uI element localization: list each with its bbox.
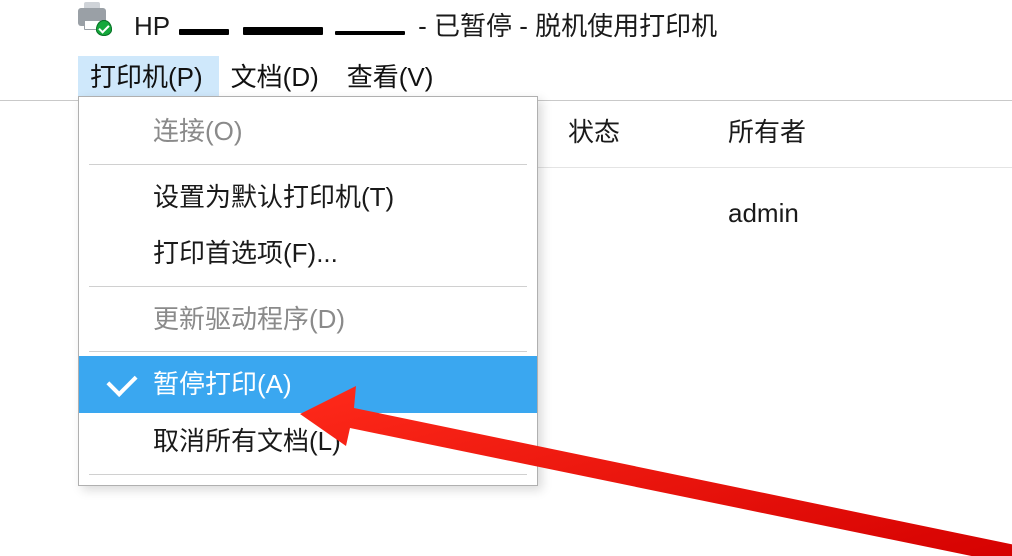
check-icon [106, 366, 137, 397]
menu-item-update-driver[interactable]: 更新驱动程序(D) [79, 291, 537, 348]
menu-view[interactable]: 查看(V) [335, 56, 450, 100]
menu-item-connect[interactable]: 连接(O) [79, 103, 537, 160]
menu-separator [89, 164, 527, 165]
table-row[interactable]: admin [538, 168, 1012, 229]
column-header-owner[interactable]: 所有者 [718, 112, 806, 149]
menubar: 打印机(P) 文档(D) 查看(V) [0, 56, 1012, 101]
column-header-status[interactable]: 状态 [538, 112, 718, 149]
menu-item-cancel-all[interactable]: 取消所有文档(L) [79, 413, 537, 470]
printer-name-redacted [179, 11, 405, 42]
printer-status-icon [78, 6, 122, 32]
menu-separator [89, 351, 527, 352]
printer-name-prefix: HP [134, 11, 170, 41]
window-titlebar: HP - 已暂停 - 脱机使用打印机 [0, 0, 1012, 56]
menu-item-set-default[interactable]: 设置为默认打印机(T) [79, 169, 537, 226]
print-queue: 状态 所有者 admin [538, 96, 1012, 229]
cell-owner: admin [718, 198, 799, 229]
cell-status [538, 198, 718, 229]
menu-separator [89, 286, 527, 287]
menu-item-label: 暂停打印(A) [153, 369, 292, 399]
printer-title-status: - 已暂停 - 脱机使用打印机 [418, 11, 717, 41]
menu-document[interactable]: 文档(D) [219, 56, 335, 100]
window-title: HP - 已暂停 - 脱机使用打印机 [134, 6, 717, 46]
menu-separator [89, 474, 527, 475]
menu-item-pause-printing[interactable]: 暂停打印(A) [79, 356, 537, 413]
menu-printer[interactable]: 打印机(P) [78, 56, 219, 100]
column-headers: 状态 所有者 [538, 96, 1012, 168]
menu-item-preferences[interactable]: 打印首选项(F)... [79, 225, 537, 282]
printer-menu-dropdown: 连接(O) 设置为默认打印机(T) 打印首选项(F)... 更新驱动程序(D) … [78, 96, 538, 486]
